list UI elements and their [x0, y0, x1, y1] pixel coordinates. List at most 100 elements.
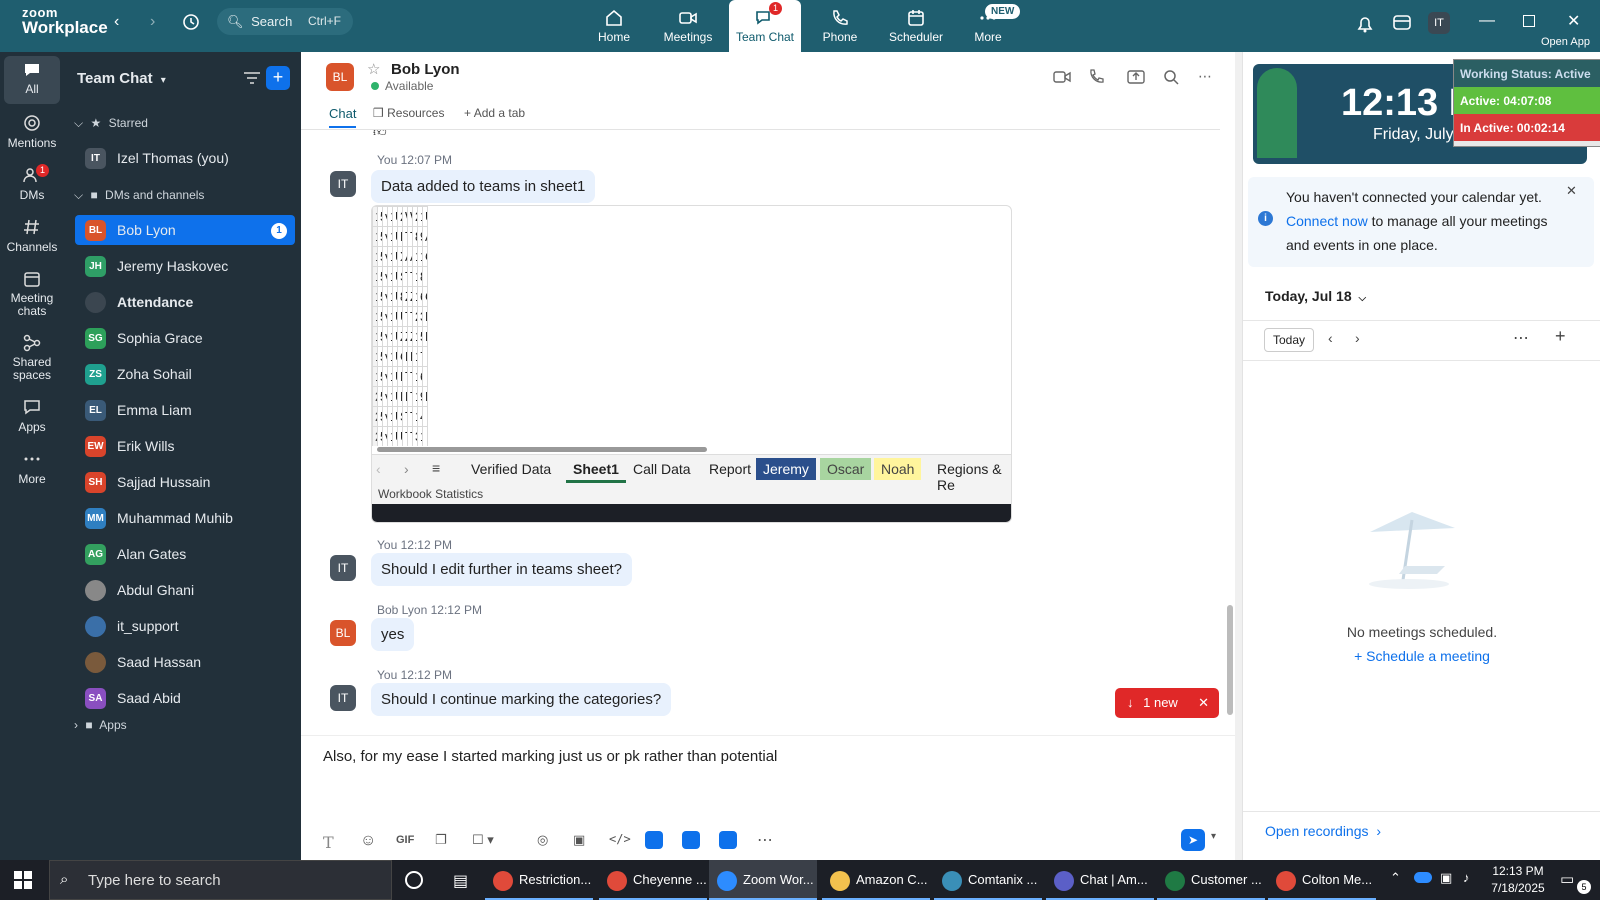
network-icon[interactable]: ▣ [1440, 870, 1452, 886]
more-tools-icon[interactable]: ⋯ [757, 830, 773, 850]
send-options-chevron-icon[interactable]: ▾ [1211, 831, 1216, 842]
windows-start-icon[interactable] [14, 871, 32, 894]
video-call-icon[interactable] [1053, 70, 1071, 89]
phone-call-icon[interactable] [1088, 69, 1104, 90]
taskbar-app[interactable]: Cheyenne ... [599, 860, 707, 900]
taskbar-app[interactable]: Chat | Am... [1046, 860, 1154, 900]
sidebar-title[interactable]: Team Chat ▾ [77, 70, 166, 87]
sheet-tab[interactable]: Sheet1 [566, 458, 626, 483]
rail-apps[interactable]: Apps [4, 398, 60, 434]
screenshot-icon[interactable]: ☐ ▾ [472, 832, 494, 848]
tab-scheduler[interactable]: Scheduler [878, 0, 954, 52]
dms-section-header[interactable]: ⌵ ■ DMs and channels [74, 188, 204, 203]
tab-team-chat[interactable]: Team Chat 1 [729, 0, 801, 52]
contact-item[interactable]: SA Saad Abid [75, 683, 295, 713]
rail-mentions[interactable]: Mentions [4, 114, 60, 150]
rail-dms[interactable]: DMs 1 [4, 164, 60, 202]
open-app-label[interactable]: Open App [1541, 36, 1590, 48]
user-avatar[interactable]: IT [1428, 12, 1450, 34]
contact-item[interactable]: ZS Zoha Sohail [75, 359, 295, 389]
gif-icon[interactable]: GIF [396, 834, 414, 846]
add-event-icon[interactable]: + [1555, 326, 1566, 347]
message-avatar[interactable]: BL [330, 620, 356, 646]
app-one-icon[interactable] [645, 831, 663, 849]
back-arrow-icon[interactable]: ‹ [114, 13, 119, 31]
date-header[interactable]: Today, Jul 18 ⌵ [1265, 288, 1366, 304]
taskbar-clock[interactable]: 12:13 PM 7/18/2025 [1483, 863, 1553, 897]
contact-item[interactable]: SG Sophia Grace [75, 323, 295, 353]
apps-section-header[interactable]: › ■ Apps [74, 718, 127, 732]
close-notice-icon[interactable]: ✕ [1566, 183, 1577, 199]
calendar-more-icon[interactable]: ⋯ [1513, 328, 1529, 348]
message-bubble[interactable]: Data added to teams in sheet1 [371, 170, 596, 203]
contact-item[interactable]: Saad Hassan [75, 647, 295, 677]
composer-input[interactable]: Also, for my ease I started marking just… [323, 748, 777, 765]
format-text-icon[interactable]: T [323, 833, 334, 852]
rail-channels[interactable]: Channels [4, 218, 60, 254]
search-box[interactable]: 🔍︎ Search Ctrl+F [217, 8, 353, 35]
message-bubble[interactable]: Should I edit further in teams sheet? [371, 553, 632, 586]
message-avatar[interactable]: IT [330, 171, 356, 197]
contact-item[interactable]: Abdul Ghani [75, 575, 295, 605]
chat-search-icon[interactable] [1163, 69, 1179, 90]
contact-item[interactable]: it_support [75, 611, 295, 641]
message-avatar[interactable]: IT [330, 685, 356, 711]
contact-item[interactable]: SH Sajjad Hussain [75, 467, 295, 497]
volume-icon[interactable]: ♪ [1463, 870, 1470, 885]
contact-item[interactable]: Attendance [75, 287, 295, 317]
new-messages-pill[interactable]: ↓ 1 new ✕ [1115, 688, 1219, 718]
rail-shared-spaces[interactable]: Shared spaces [4, 334, 60, 382]
dismiss-icon[interactable]: ✕ [1198, 688, 1209, 718]
taskbar-app[interactable]: Colton Me... [1268, 860, 1376, 900]
new-chat-button[interactable]: + [266, 66, 290, 90]
share-screen-icon[interactable] [1127, 70, 1145, 89]
code-block-icon[interactable]: </> [609, 832, 631, 846]
message-bubble[interactable]: Should I continue marking the categories… [371, 683, 672, 716]
spreadsheet-image[interactable]: 115/5/2025vCloud Ch111-0804US-Q2-25-2731… [371, 205, 1012, 523]
prev-day-icon[interactable]: ‹ [1328, 330, 1333, 346]
connect-now-link[interactable]: Connect now [1286, 213, 1368, 229]
taskbar-app[interactable]: Zoom Wor... [709, 860, 817, 900]
bell-icon[interactable] [1356, 14, 1374, 39]
sheet-tab[interactable]: Verified Data [464, 458, 558, 480]
sheet-tab[interactable]: Noah [874, 458, 922, 480]
tab-phone[interactable]: Phone [804, 0, 876, 52]
rail-all[interactable]: All [4, 56, 60, 104]
contact-item[interactable]: BL Bob Lyon 1 [75, 215, 295, 245]
sheet-tab[interactable]: Report [702, 458, 758, 480]
taskbar-app[interactable]: Amazon C... [822, 860, 930, 900]
taskbar-app[interactable]: Comtanix ... [934, 860, 1042, 900]
tab-meetings[interactable]: Meetings [652, 0, 724, 52]
tray-chevron-icon[interactable]: ⌃ [1390, 870, 1401, 886]
notification-center-icon[interactable]: ▭ [1560, 870, 1574, 888]
sheet-tab[interactable]: Call Data [626, 458, 698, 480]
contact-name[interactable]: Bob Lyon [391, 61, 460, 78]
send-button[interactable]: ➤ [1181, 829, 1205, 851]
tab-home[interactable]: Home [578, 0, 650, 52]
rail-meeting-chats[interactable]: Meeting chats [4, 270, 60, 318]
task-view-icon[interactable]: ▤ [453, 871, 468, 891]
reaction-emoji[interactable]: 👍︎ [373, 130, 387, 140]
scrollbar-thumb[interactable] [1227, 605, 1233, 715]
contact-item[interactable]: JH Jeremy Haskovec [75, 251, 295, 281]
sheet-tab[interactable]: Oscar [820, 458, 872, 480]
contact-avatar[interactable]: BL [326, 63, 354, 91]
today-button[interactable]: Today [1264, 328, 1314, 352]
taskbar-search[interactable]: ⌕ Type here to search [49, 860, 392, 900]
onedrive-icon[interactable] [1414, 872, 1432, 883]
video-message-icon[interactable]: ▣ [573, 832, 585, 848]
starred-contact[interactable]: IT Izel Thomas (you) [75, 143, 295, 173]
tab-chat[interactable]: Chat [329, 106, 357, 128]
message-bubble[interactable]: yes [371, 618, 415, 651]
starred-section-header[interactable]: ⌵ ★ Starred [74, 116, 148, 131]
message-avatar[interactable]: IT [330, 555, 356, 581]
forward-arrow-icon[interactable]: › [150, 13, 155, 31]
add-tab-button[interactable]: + Add a tab [464, 106, 525, 120]
minimize-icon[interactable]: — [1479, 12, 1495, 30]
open-recordings-link[interactable]: Open recordings › [1265, 823, 1381, 839]
rail-more[interactable]: More [4, 450, 60, 486]
contact-item[interactable]: EL Emma Liam [75, 395, 295, 425]
next-day-icon[interactable]: › [1355, 330, 1360, 346]
app-two-icon[interactable] [682, 831, 700, 849]
emoji-icon[interactable]: ☺ [360, 832, 376, 850]
